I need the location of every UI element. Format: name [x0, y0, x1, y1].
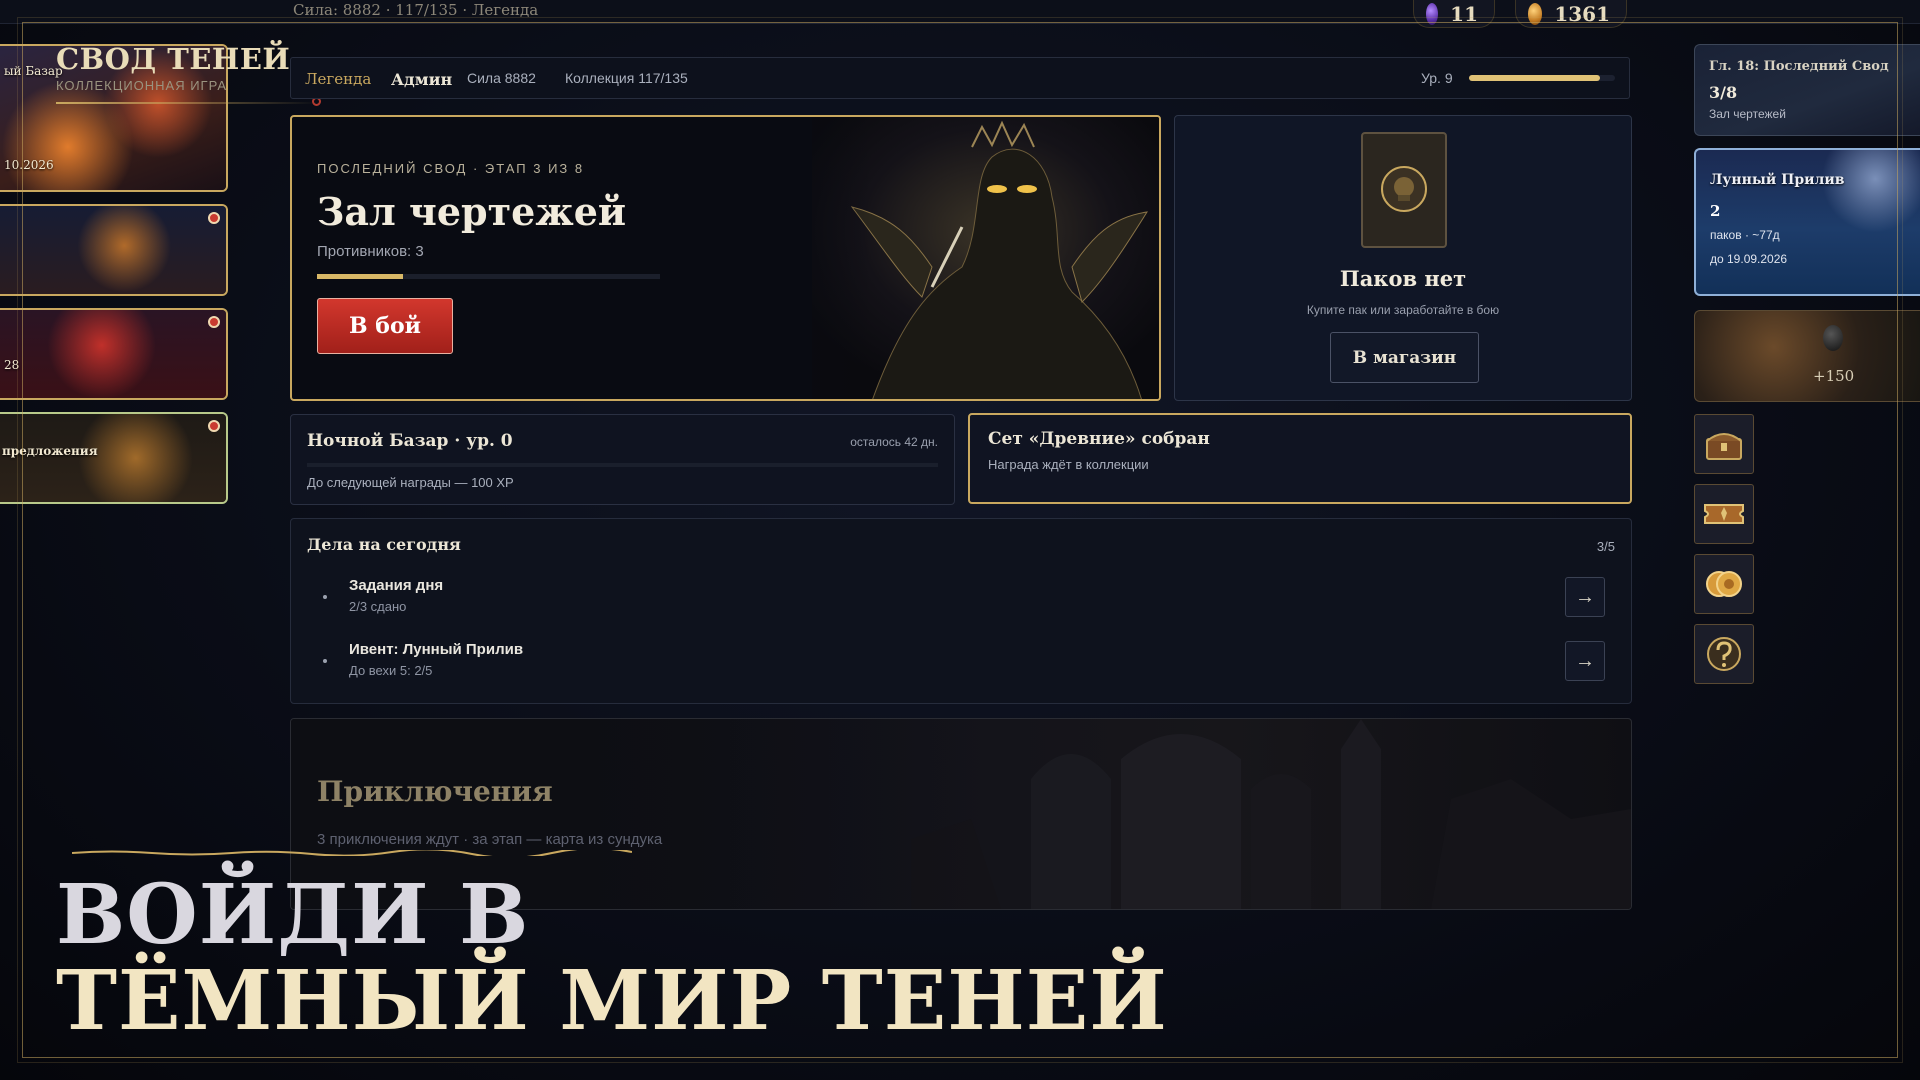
top-status-bar: Сила: 8882 · 117/135 · Легенда [0, 0, 1920, 24]
help-icon[interactable] [1694, 624, 1754, 684]
lunar-caption: паков · ~77д [1710, 228, 1780, 242]
game-logo: СВОД ТЕНЕЙ КОЛЛЕКЦИОННАЯ ИГРА [56, 42, 318, 104]
notification-badge [208, 420, 220, 432]
bazaar-next-reward: До следующей награды — 100 XP [307, 475, 514, 490]
notification-badge [208, 212, 220, 224]
level-progress-bar [1469, 75, 1615, 81]
hero-fade [712, 117, 872, 399]
notification-badge [208, 316, 220, 328]
lunar-date: до 19.09.2026 [1710, 252, 1788, 266]
chapter-title: Гл. 18: Последний Свод [1709, 59, 1889, 74]
coins-value: 1361 [1554, 1, 1610, 26]
lunar-tide-event-card[interactable]: Лунный Прилив 2 паков · ~77д до 19.09.20… [1694, 148, 1920, 296]
packs-card: Паков нет Купите пак или заработайте в б… [1174, 115, 1632, 401]
todo-item[interactable]: Ивент: Лунный Прилив До вехи 5: 2/5 → [291, 637, 1631, 689]
stage-hero-card: ПОСЛЕДНИЙ СВОД · ЭТАП 3 ИЗ 8 Зал чертеже… [290, 115, 1161, 401]
chapter-card[interactable]: Гл. 18: Последний Свод 3/8 Зал чертежей [1694, 44, 1920, 136]
reward-card[interactable]: +150 [1694, 310, 1920, 402]
event-art [0, 310, 226, 398]
fight-button[interactable]: В бой [317, 298, 453, 354]
enemies-count: Противников: 3 [317, 243, 424, 260]
collection-label[interactable]: Коллекция 117/135 [565, 70, 688, 86]
todo-title: Дела на сегодня [307, 535, 461, 554]
arrow-right-icon[interactable]: → [1565, 641, 1605, 681]
today-tasks-panel: Дела на сегодня 3/5 Задания дня 2/3 сдан… [290, 518, 1632, 704]
todo-count: 3/5 [1596, 539, 1615, 554]
coin-icon [1528, 2, 1543, 25]
rank-label: Легенда [305, 70, 372, 88]
todo-item-detail: До вехи 5: 2/5 [349, 663, 433, 678]
night-bazaar-card[interactable]: Ночной Базар · ур. 0 осталось 42 дн. До … [290, 414, 955, 505]
stage-title: Зал чертежей [317, 189, 627, 234]
headline-line-2: ТЁМНЫЙ МИР ТЕНЕЙ [56, 953, 1168, 1050]
profile-bar: Легенда Админ Сила 8882 Коллекция 117/13… [290, 57, 1630, 99]
event-art [0, 206, 226, 294]
packs-title: Паков нет [1339, 266, 1467, 291]
event-label: 28 [4, 358, 20, 372]
ticket-icon[interactable] [1694, 484, 1754, 544]
event-date: 10.2026 [4, 158, 54, 172]
reward-amount: +150 [1813, 367, 1855, 385]
event-card-offers[interactable]: предложения [0, 412, 228, 504]
stage-subtitle: ПОСЛЕДНИЙ СВОД · ЭТАП 3 ИЗ 8 [317, 161, 585, 176]
event-label: ый Базар [4, 64, 63, 78]
power-label: Сила 8882 [467, 70, 536, 86]
set-subtitle: Награда ждёт в коллекции [988, 457, 1149, 472]
pack-icon [1361, 132, 1447, 248]
potion-icon [1823, 325, 1843, 351]
packs-hint: Купите пак или заработайте в бою [1306, 303, 1500, 317]
bullet-icon [323, 659, 327, 663]
logo-title: СВОД ТЕНЕЙ [56, 42, 291, 76]
headline-line-1: ВОЙДИ В [56, 867, 530, 963]
event-label: предложения [2, 444, 98, 458]
set-title: Сет «Древние» собран [988, 429, 1210, 449]
set-collected-card[interactable]: Сет «Древние» собран Награда ждёт в колл… [968, 413, 1632, 504]
shop-button[interactable]: В магазин [1330, 332, 1479, 383]
status-summary: Сила: 8882 · 117/135 · Легенда [293, 1, 539, 19]
lunar-title: Лунный Прилив [1710, 172, 1845, 188]
level-progress-fill [1469, 75, 1601, 81]
coins-icon[interactable] [1694, 554, 1754, 614]
stage-progress-fill [317, 274, 403, 279]
chest-icon[interactable] [1694, 414, 1754, 474]
bullet-icon [323, 595, 327, 599]
todo-item[interactable]: Задания дня 2/3 сдано → [291, 573, 1631, 625]
stage-progress-bar [317, 274, 660, 279]
todo-item-name: Ивент: Лунный Прилив [349, 641, 524, 658]
arrow-right-icon[interactable]: → [1565, 577, 1605, 617]
player-name[interactable]: Админ [391, 70, 452, 89]
chapter-progress: 3/8 [1709, 83, 1738, 102]
event-card-3[interactable]: 28 [0, 308, 228, 400]
bazaar-title: Ночной Базар · ур. 0 [307, 431, 513, 451]
adventures-subtitle: 3 приключения ждут · за этап — карта из … [317, 831, 663, 848]
gems-counter[interactable]: 11 [1413, 0, 1495, 28]
promo-headline: ВОЙДИ В ТЁМНЫЙ МИР ТЕНЕЙ [56, 850, 1168, 1050]
torn-line [72, 850, 632, 856]
bazaar-remaining: осталось 42 дн. [850, 435, 938, 449]
gem-icon [1426, 2, 1439, 25]
event-card-2[interactable] [0, 204, 228, 296]
bazaar-progress-bar [307, 463, 938, 467]
chapter-stage: Зал чертежей [1709, 107, 1786, 121]
logo-subtitle: КОЛЛЕКЦИОННАЯ ИГРА [56, 78, 228, 93]
gems-value: 11 [1450, 1, 1478, 26]
event-art [0, 414, 226, 502]
todo-item-name: Задания дня [349, 577, 444, 594]
todo-item-detail: 2/3 сдано [349, 599, 407, 614]
game-screen: Сила: 8882 · 117/135 · Легенда 11 1361 ы… [0, 0, 1920, 1080]
lunar-value: 2 [1710, 202, 1721, 220]
adventures-title: Приключения [317, 775, 553, 808]
level-label: Ур. 9 [1421, 70, 1453, 86]
coins-counter[interactable]: 1361 [1515, 0, 1627, 28]
logo-underline [56, 102, 318, 104]
